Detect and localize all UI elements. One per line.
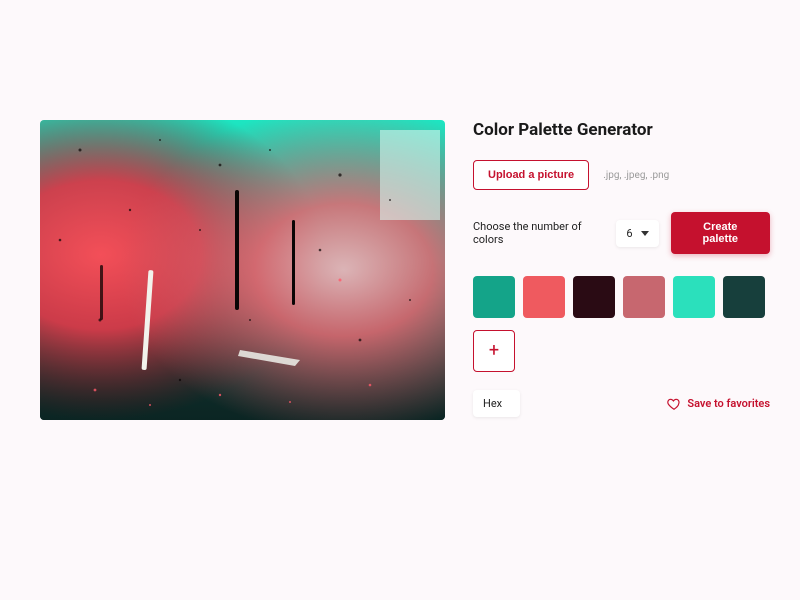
palette-swatch[interactable] [673, 276, 715, 318]
add-color-button[interactable]: + [473, 330, 515, 372]
palette-swatch[interactable] [723, 276, 765, 318]
file-types-hint: .jpg, .jpeg, .png [603, 170, 669, 181]
palette-swatches [473, 276, 770, 318]
format-select[interactable]: Hex [473, 390, 520, 417]
upload-button[interactable]: Upload a picture [473, 160, 589, 190]
color-count-label: Choose the number of colors [473, 220, 604, 246]
uploaded-image [40, 120, 445, 420]
create-palette-button[interactable]: Create palette [671, 212, 770, 254]
controls-panel: Color Palette Generator Upload a picture… [473, 120, 770, 420]
palette-swatch[interactable] [623, 276, 665, 318]
page-title: Color Palette Generator [473, 120, 770, 140]
chevron-down-icon [641, 231, 649, 236]
heart-icon [667, 397, 681, 411]
color-count-value: 6 [626, 227, 632, 240]
palette-swatch[interactable] [573, 276, 615, 318]
palette-swatch[interactable] [523, 276, 565, 318]
color-count-select[interactable]: 6 [616, 220, 658, 247]
plus-icon: + [489, 342, 499, 360]
format-value: Hex [483, 397, 502, 410]
save-to-favorites[interactable]: Save to favorites [667, 397, 770, 411]
save-label: Save to favorites [687, 397, 770, 410]
palette-swatch[interactable] [473, 276, 515, 318]
